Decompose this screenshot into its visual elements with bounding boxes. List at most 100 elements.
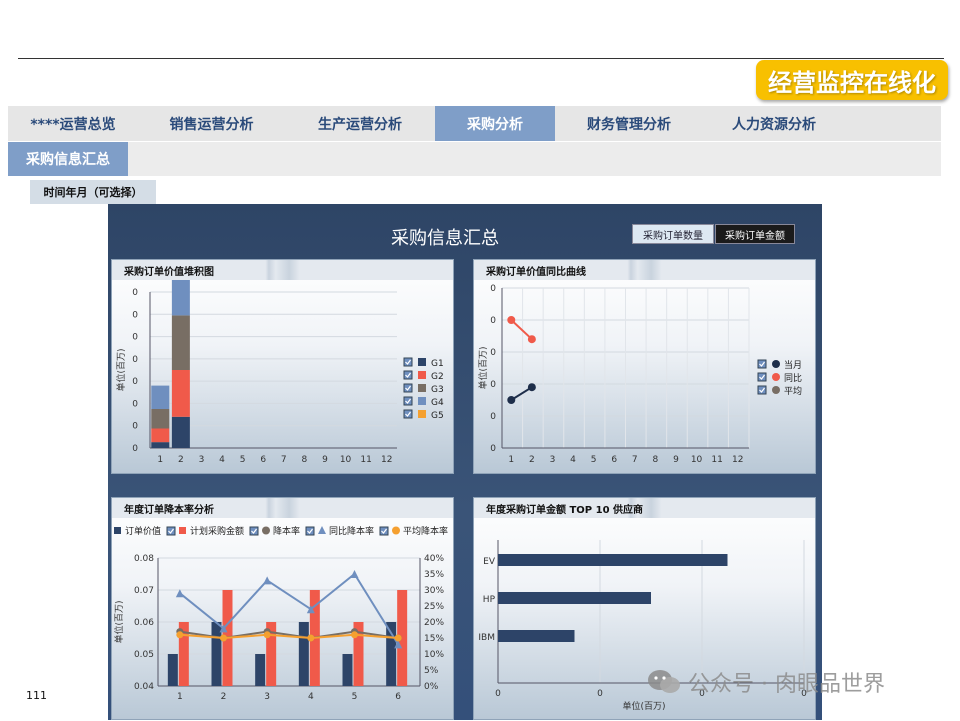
data-point	[176, 631, 184, 639]
x-tick-label: 11	[711, 455, 722, 465]
data-point	[307, 634, 315, 642]
chart-title: 年度采购订单金额 TOP 10 供应商	[474, 498, 815, 518]
legend-checkbox	[166, 526, 176, 536]
x-tick-label: 0	[597, 689, 603, 699]
x-tick-label: 5	[352, 692, 358, 702]
stacked-bar-segment	[151, 442, 170, 448]
x-tick-label: 6	[395, 692, 401, 702]
tab-procurement[interactable]: 采购分析	[435, 106, 555, 141]
tab-hr[interactable]: 人力资源分析	[703, 106, 845, 141]
x-tick-label: 2	[221, 692, 227, 702]
legend-checkbox	[403, 357, 413, 367]
stacked-bar-segment	[151, 385, 170, 409]
data-point	[507, 396, 516, 404]
bar	[342, 654, 353, 686]
y-axis-label: 单位(百万)	[115, 348, 127, 391]
chart-title: 年度订单降本率分析	[112, 498, 453, 518]
legend-swatch	[179, 527, 186, 534]
y2-tick-label: 25%	[424, 602, 444, 612]
legend-swatch	[418, 358, 426, 366]
legend-label: 计划采购金额	[190, 525, 244, 537]
page-number: 111	[26, 689, 47, 702]
legend-checkbox	[403, 396, 413, 406]
y-axis-label: 单位(百万)	[113, 600, 125, 643]
stacked-bar-segment	[171, 370, 190, 417]
subtab-procurement-summary[interactable]: 采购信息汇总	[8, 142, 128, 176]
legend-label: 订单价值	[125, 525, 161, 537]
order-amount-toggle[interactable]: 采购订单金额	[715, 224, 795, 244]
data-point	[263, 631, 271, 639]
stacked-bar-segment	[151, 428, 170, 443]
stacked-bar-segment	[171, 315, 190, 370]
wechat-icon	[648, 670, 680, 693]
y-tick-label: 0	[132, 333, 138, 343]
stacked-bar-segment	[171, 416, 190, 448]
bar	[167, 654, 178, 686]
x-tick-label: 6	[260, 455, 266, 465]
legend-marker	[392, 526, 400, 535]
y-tick-label: 0	[132, 399, 138, 409]
legend-label: 同比	[784, 372, 802, 384]
y2-tick-label: 5%	[424, 666, 439, 676]
tab-finance[interactable]: 财务管理分析	[555, 106, 703, 141]
chart-panel-cost-reduction: 年度订单降本率分析 订单价值 计划采购金额 降本率 同比降本率 平均降本率 0.04 0.0…	[111, 497, 454, 720]
legend-marker	[318, 526, 326, 534]
dashboard-title: 采购信息汇总	[391, 228, 499, 249]
stacked-bar-segment	[151, 409, 170, 429]
legend-swatch	[418, 371, 426, 379]
x-tick-label: 1	[157, 455, 163, 465]
y-tick-label: 0	[132, 288, 138, 298]
x-tick-label: 4	[308, 692, 314, 702]
data-point	[220, 634, 227, 642]
chart-title: 采购订单价值堆积图	[112, 260, 453, 280]
legend-marker	[772, 360, 780, 368]
legend-marker	[262, 526, 270, 535]
data-point	[351, 631, 358, 639]
x-tick-label: 2	[178, 455, 184, 465]
tab-overview[interactable]: ****运营总览	[8, 106, 138, 141]
sub-tabbar: 采购信息汇总	[8, 142, 941, 176]
x-tick-label: 10	[340, 455, 352, 465]
legend-checkbox	[403, 383, 413, 393]
x-tick-label: 1	[508, 455, 514, 465]
y-tick-label: 0.06	[134, 618, 154, 628]
y-tick-label: 0	[490, 412, 496, 422]
legend-marker	[772, 373, 780, 381]
stacked-bar-chart: 00000000单位(百万)1 2 3 4 5 6 7 8 9 10 11 12G1G2G3G4G5	[115, 280, 444, 465]
y-tick-label: 0.05	[134, 650, 154, 660]
date-filter[interactable]: 时间年月（可选择）	[30, 180, 156, 204]
bar	[298, 622, 309, 686]
x-tick-label: 2	[529, 455, 535, 465]
legend-checkbox	[757, 372, 767, 382]
x-tick-label: 9	[322, 455, 328, 465]
x-tick-label: 8	[653, 455, 659, 465]
dashboard-panel: 采购信息汇总 采购订单数量 采购订单金额 采购订单价值堆积图 00000000单…	[108, 204, 822, 720]
legend-swatch	[114, 527, 121, 534]
y-tick-label: 0	[490, 380, 496, 390]
y-tick-label: 0	[132, 355, 138, 365]
x-tick-label: 4	[219, 455, 225, 465]
x-tick-label: 5	[591, 455, 597, 465]
x-tick-label: 3	[264, 692, 270, 702]
data-point	[527, 383, 536, 392]
y-tick-label: EV	[483, 557, 496, 567]
legend-label: 降本率	[273, 525, 300, 537]
watermark: 公众号 · 肉眼品世界	[646, 666, 885, 698]
legend-checkbox	[403, 409, 413, 419]
tab-sales[interactable]: 销售运营分析	[138, 106, 285, 141]
order-count-toggle[interactable]: 采购订单数量	[632, 224, 714, 244]
cost-reduction-chart: 订单价值 计划采购金额 降本率 同比降本率 平均降本率 0.04 0.05 0.06 0.07 0…	[113, 525, 448, 702]
legend-checkbox	[403, 370, 413, 380]
x-tick-label: 0	[495, 689, 501, 699]
legend-label: 同比降本率	[329, 525, 374, 537]
legend-label: 平均降本率	[403, 525, 448, 537]
y-tick-label: 0.07	[134, 586, 154, 596]
y-tick-label: 0	[132, 310, 138, 320]
legend-checkbox	[757, 359, 767, 369]
x-tick-label: 8	[302, 455, 308, 465]
legend-checkbox	[379, 526, 389, 536]
chart-panel-stacked: 采购订单价值堆积图 0 0 0 0 0 0 0 0 单位(百万) 1 2 3 4 5 6 7 8 9 10 11 12 G…	[111, 259, 454, 474]
tab-production[interactable]: 生产运营分析	[285, 106, 435, 141]
legend-label: G2	[431, 372, 444, 382]
y2-tick-label: 0%	[424, 682, 439, 692]
